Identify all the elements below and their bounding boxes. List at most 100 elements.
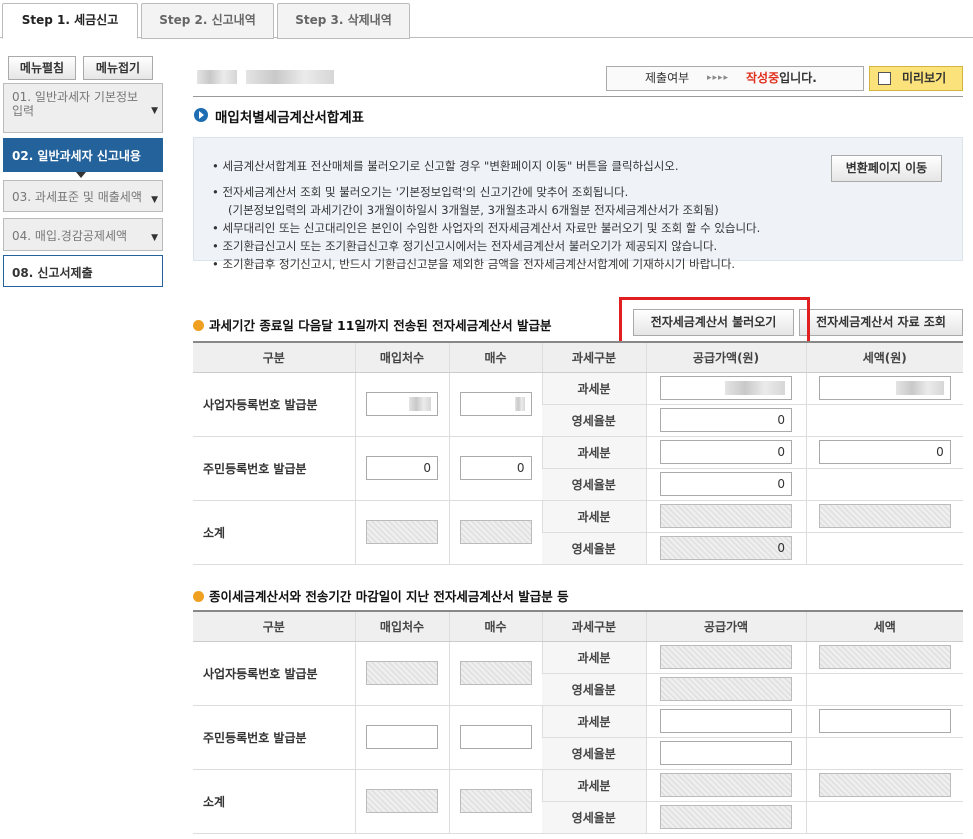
table-row: 소계 과세분 xyxy=(193,500,963,565)
buyers-count-input[interactable]: 0 xyxy=(366,456,438,480)
supply-amount-input[interactable] xyxy=(660,376,792,400)
supply-amount-input[interactable]: 0 xyxy=(660,408,792,432)
tax-type-label: 과세분 xyxy=(541,705,646,738)
col-header: 매입처수 xyxy=(354,610,449,642)
submission-status: 제출여부 ▸▸▸▸ 작성중입니다. xyxy=(606,66,864,91)
col-header: 매수 xyxy=(448,610,542,642)
sidebar-item-report-content[interactable]: 02. 일반과세자 신고내용 xyxy=(3,138,163,172)
buyers-count-input[interactable] xyxy=(366,392,438,416)
row-label: 사업자등록번호 발급분 xyxy=(193,372,355,437)
buyers-count-input[interactable] xyxy=(366,725,438,749)
preview-button[interactable]: 미리보기 xyxy=(869,66,963,91)
menu-collapse-button[interactable]: 메뉴접기 xyxy=(83,56,153,80)
invoice-count-input[interactable] xyxy=(459,725,532,749)
invoice-count-field xyxy=(459,661,532,685)
tab-step1[interactable]: Step 1. 세금신고 xyxy=(2,3,138,39)
page-title: 매입처별세금계산서합계표 xyxy=(215,110,365,126)
supply-amount-input[interactable]: 0 xyxy=(660,472,792,496)
status-state: 작성중 xyxy=(746,71,780,85)
bullet-icon xyxy=(193,320,204,331)
tab-step2[interactable]: Step 2. 신고내역 xyxy=(141,3,274,39)
table-row: 주민등록번호 발급분 과세분 xyxy=(193,705,963,770)
tax-amount-input[interactable] xyxy=(818,376,951,400)
col-header: 공급가액 xyxy=(645,610,806,642)
sidebar-item-label: 02. 일반과세자 신고내용 xyxy=(12,149,141,163)
subtotal-supply-field xyxy=(660,773,792,797)
info-line: • 조기환급후 정기신고시, 반드시 기환급신고분을 제외한 금액을 전자세금계… xyxy=(212,257,736,271)
table-row: 사업자등록번호 발급분 과세분 xyxy=(193,372,963,437)
sidebar-item-label: 03. 과세표준 및 매출세액 xyxy=(12,190,142,204)
supply-amount-input[interactable] xyxy=(660,741,792,765)
tax-amount-input[interactable]: 0 xyxy=(818,440,951,464)
col-header: 구분 xyxy=(193,610,355,642)
subtotal-buyers-field xyxy=(366,789,438,813)
section2-title-text: 종이세금계산서와 전송기간 마감일이 지난 전자세금계산서 발급분 등 xyxy=(209,589,569,604)
col-header: 세액(원) xyxy=(805,341,963,373)
info-line: • 전자세금계산서 조회 및 불러오기는 '기본정보입력'의 신고기간에 맞추어… xyxy=(212,185,629,199)
tax-amount-input[interactable] xyxy=(818,709,951,733)
info-line: (기본정보입력의 과세기간이 3개월이하일시 3개월분, 3개월초과시 6개월분… xyxy=(228,203,719,217)
tax-type-label: 영세율분 xyxy=(542,532,646,565)
row-label: 주민등록번호 발급분 xyxy=(193,705,355,770)
info-line: • 세무대리인 또는 신고대리인은 본인이 수임한 사업자의 전자세금계산서 자… xyxy=(212,221,761,235)
section1-title-text: 과세기간 종료일 다음달 11일까지 전송된 전자세금계산서 발급분 xyxy=(209,318,552,333)
invoice-count-input[interactable]: 0 xyxy=(459,456,532,480)
col-header: 매입처수 xyxy=(354,341,449,373)
chevron-down-icon: ▼ xyxy=(151,106,158,116)
supply-amount-input[interactable] xyxy=(660,709,792,733)
tax-type-label: 영세율분 xyxy=(542,404,646,437)
col-header: 공급가액(원) xyxy=(645,341,806,373)
sidebar-item-basic-info[interactable]: 01. 일반과세자 기본정보 입력 ▼ xyxy=(3,83,163,133)
col-header: 구분 xyxy=(193,341,355,373)
convert-page-button[interactable]: 변환페이지 이동 xyxy=(831,155,942,182)
info-line: • 세금계산서합계표 전산매체를 불러오기로 신고할 경우 "변환페이지 이동"… xyxy=(212,159,679,173)
sidebar-item-label: 01. 일반과세자 기본정보 입력 xyxy=(12,90,139,118)
subtotal-supply-field xyxy=(660,805,792,829)
subtotal-tax-field xyxy=(818,773,951,797)
sidebar-item-tax-base[interactable]: 03. 과세표준 및 매출세액 ▼ xyxy=(3,180,163,212)
tax-type-label: 영세율분 xyxy=(542,801,646,834)
tax-type-label: 영세율분 xyxy=(542,673,646,706)
tax-type-label: 영세율분 xyxy=(542,737,646,770)
row-label: 사업자등록번호 발급분 xyxy=(193,641,355,706)
tab-step3[interactable]: Step 3. 삭제내역 xyxy=(277,3,410,39)
row-label: 주민등록번호 발급분 xyxy=(193,436,355,501)
sidebar-item-deduction[interactable]: 04. 매입.경감공제세액 ▼ xyxy=(3,218,163,251)
tax-type-label: 과세분 xyxy=(541,372,646,405)
table-row: 주민등록번호 발급분 0 0 과세분 0 0 xyxy=(193,436,963,501)
tax-type-label: 과세분 xyxy=(541,436,646,469)
buyers-count-field xyxy=(366,661,438,685)
bullet-icon xyxy=(193,591,204,602)
chevron-down-icon: ▼ xyxy=(151,233,158,243)
table-row: 소계 과세분 xyxy=(193,769,963,834)
section1-title: 과세기간 종료일 다음달 11일까지 전송된 전자세금계산서 발급분 xyxy=(193,315,552,334)
section2-title: 종이세금계산서와 전송기간 마감일이 지난 전자세금계산서 발급분 등 xyxy=(193,586,569,605)
col-header: 과세구분 xyxy=(541,341,646,373)
preview-label: 미리보기 xyxy=(902,71,947,85)
tax-type-label: 과세분 xyxy=(541,641,646,674)
supply-amount-input[interactable]: 0 xyxy=(660,440,792,464)
tax-type-label: 과세분 xyxy=(541,500,646,533)
arrow-circle-icon xyxy=(194,108,208,122)
tax-type-label: 영세율분 xyxy=(542,468,646,501)
supply-amount-field xyxy=(660,677,792,701)
invoice-count-input[interactable] xyxy=(459,392,532,416)
info-line: • 조기환급신고시 또는 조기환급신고후 정기신고시에서는 전자세금계산서 불러… xyxy=(212,239,718,253)
summary-table-1: 구분 매입처수 매수 과세구분 공급가액(원) 세액(원) 사업자등록번호 발급… xyxy=(193,341,963,565)
supply-amount-field xyxy=(660,645,792,669)
subtotal-supply-field xyxy=(660,504,792,528)
col-header: 과세구분 xyxy=(541,610,646,642)
subtotal-count-field xyxy=(459,520,532,544)
sidebar-item-label: 04. 매입.경감공제세액 xyxy=(12,229,128,243)
menu-expand-button[interactable]: 메뉴펼침 xyxy=(8,56,76,80)
sidebar-item-label: 08. 신고서제출 xyxy=(12,266,93,280)
sidebar-item-submit[interactable]: 08. 신고서제출 xyxy=(3,255,163,287)
step-tabs: Step 1. 세금신고 Step 2. 신고내역 Step 3. 삭제내역 xyxy=(0,0,973,39)
view-e-invoice-button[interactable]: 전자세금계산서 자료 조회 xyxy=(799,309,963,336)
summary-table-2: 구분 매입처수 매수 과세구분 공급가액 세액 사업자등록번호 발급분 과세분 … xyxy=(193,610,963,834)
arrows-icon: ▸▸▸▸ xyxy=(707,73,730,83)
col-header: 세액 xyxy=(805,610,963,642)
redacted-id xyxy=(246,70,334,84)
chevron-down-icon: ▼ xyxy=(151,195,158,205)
tax-amount-field xyxy=(818,645,951,669)
